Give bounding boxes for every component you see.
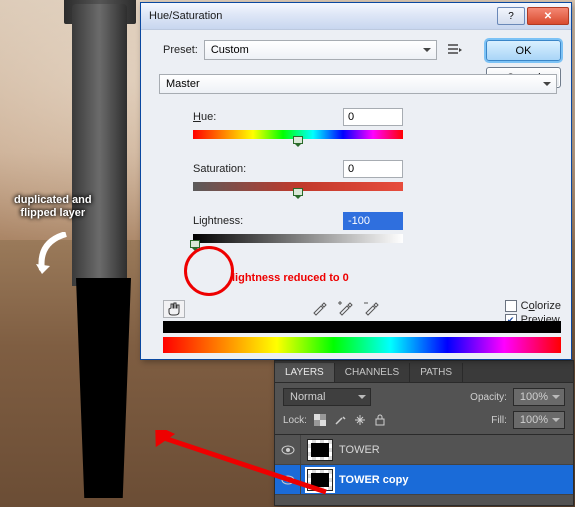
hue-input[interactable] xyxy=(343,108,403,126)
layer-name[interactable]: TOWER copy xyxy=(339,474,408,486)
opacity-label: Opacity: xyxy=(470,392,507,403)
lightness-group: Lightness: xyxy=(193,212,433,248)
sliders-area: Hue: Saturation: xyxy=(193,108,433,248)
preset-select[interactable]: Custom xyxy=(204,40,437,60)
channel-select[interactable]: Master xyxy=(159,74,557,94)
hue-group: Hue: xyxy=(193,108,433,144)
dialog-titlebar[interactable]: Hue/Saturation ? ✕ xyxy=(141,3,571,30)
saturation-slider[interactable] xyxy=(193,182,403,196)
saturation-input[interactable] xyxy=(343,160,403,178)
colorize-checkbox[interactable] xyxy=(505,300,517,312)
hue-slider-thumb[interactable] xyxy=(293,136,303,144)
fill-label: Fill: xyxy=(491,415,507,426)
tab-paths[interactable]: PATHS xyxy=(410,363,463,382)
dialog-body: OK Cancel Preset: Custom Master Hue: xyxy=(141,30,571,359)
blend-mode-select[interactable]: Normal xyxy=(283,388,371,406)
range-bar-top xyxy=(163,321,561,333)
lock-position-icon[interactable] xyxy=(353,413,367,427)
saturation-group: Saturation: xyxy=(193,160,433,196)
colorize-label: Colorize xyxy=(521,300,561,312)
annotation-flipped-text: duplicated and flipped layer xyxy=(14,194,92,219)
tab-layers[interactable]: LAYERS xyxy=(275,363,335,382)
lightness-slider[interactable] xyxy=(193,234,403,248)
ok-button[interactable]: OK xyxy=(486,40,561,61)
annotation-curve-arrow-icon xyxy=(36,232,72,274)
lightness-label: Lightness: xyxy=(193,215,243,227)
fill-value: 100% xyxy=(520,414,548,426)
hue-slider[interactable] xyxy=(193,130,403,144)
eyedropper-group xyxy=(311,300,379,319)
eyedropper-plus-icon[interactable] xyxy=(337,300,353,319)
blend-mode-value: Normal xyxy=(290,391,325,403)
panel-controls: Normal Opacity: 100% Lock: Fill: 100% xyxy=(275,383,573,434)
panel-tabs: LAYERS CHANNELS PATHS xyxy=(275,361,573,383)
preset-menu-icon[interactable] xyxy=(447,42,463,58)
ok-button-label: OK xyxy=(516,45,532,57)
channel-row: Master xyxy=(159,74,561,94)
range-bar-bottom xyxy=(163,337,561,353)
colorize-row[interactable]: Colorize xyxy=(505,300,561,312)
eyedropper-minus-icon[interactable] xyxy=(363,300,379,319)
annotation-flipped-layer: duplicated and flipped layer xyxy=(14,194,92,220)
scrubby-hand-button[interactable] xyxy=(163,300,185,318)
lock-icons xyxy=(313,413,387,427)
annotation-red-arrow-icon xyxy=(148,430,328,500)
dialog-title: Hue/Saturation xyxy=(149,10,495,22)
tower-shape xyxy=(72,4,127,286)
hue-saturation-dialog: Hue/Saturation ? ✕ OK Cancel Preset: Cus… xyxy=(140,2,572,360)
lock-transparency-icon[interactable] xyxy=(313,413,327,427)
tower-reflection-shape xyxy=(76,278,131,498)
channel-value: Master xyxy=(166,78,200,90)
window-help-button[interactable]: ? xyxy=(497,7,525,25)
lightness-input[interactable] xyxy=(343,212,403,230)
annotation-lightness-text: lightness reduced to 0 xyxy=(232,272,349,284)
saturation-label: Saturation: xyxy=(193,163,246,175)
lock-pixels-icon[interactable] xyxy=(333,413,347,427)
layer-name[interactable]: TOWER xyxy=(339,444,380,456)
preset-row: Preset: Custom xyxy=(163,40,463,60)
saturation-slider-thumb[interactable] xyxy=(293,188,303,196)
opacity-value: 100% xyxy=(520,391,548,403)
lock-label: Lock: xyxy=(283,415,307,426)
fill-select[interactable]: 100% xyxy=(513,411,565,429)
lightness-slider-thumb[interactable] xyxy=(190,240,200,248)
eyedropper-icon[interactable] xyxy=(311,300,327,319)
hue-label: Hue: xyxy=(193,111,216,123)
tab-channels[interactable]: CHANNELS xyxy=(335,363,410,382)
annotation-lightness-circle xyxy=(184,246,234,296)
opacity-select[interactable]: 100% xyxy=(513,388,565,406)
preset-label: Preset: xyxy=(163,44,198,56)
window-close-button[interactable]: ✕ xyxy=(527,7,569,25)
lock-all-icon[interactable] xyxy=(373,413,387,427)
preset-value: Custom xyxy=(211,44,249,56)
